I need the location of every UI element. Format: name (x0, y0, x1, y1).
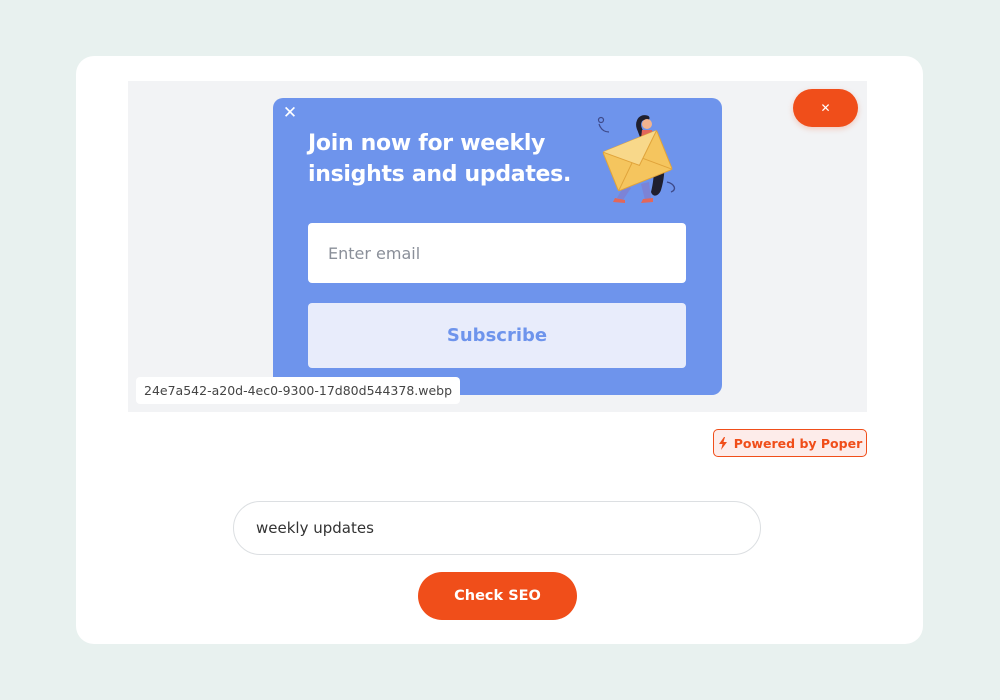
powered-by-badge[interactable]: Powered by Poper (713, 429, 867, 457)
powered-by-label: Powered by Poper (733, 435, 863, 451)
popup-close-icon[interactable]: ✕ (281, 102, 299, 124)
keyword-input-value: weekly updates (256, 519, 374, 537)
woman-with-envelope-illustration (597, 115, 676, 203)
file-name-label: 24e7a542-a20d-4ec0-9300-17d80d544378.web… (136, 377, 461, 404)
email-field[interactable] (308, 223, 686, 283)
close-preview-button[interactable]: ✕ (793, 89, 858, 127)
popup-headline: Join now for weekly insights and updates… (308, 131, 572, 187)
close-icon: ✕ (820, 101, 831, 115)
newsletter-popup: ✕ Join now for weekly insights and updat… (273, 98, 722, 395)
keyword-input[interactable]: weekly updates (233, 501, 761, 555)
lightning-bolt-icon (718, 436, 727, 450)
subscribe-button[interactable]: Subscribe (308, 303, 686, 368)
check-seo-button[interactable]: Check SEO (418, 572, 577, 620)
